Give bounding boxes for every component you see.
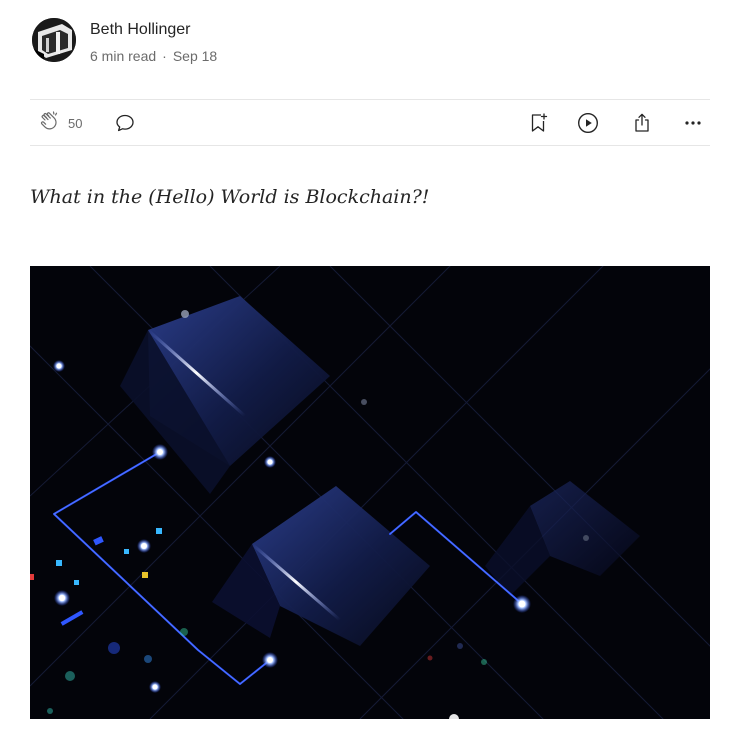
meta-separator: ·	[162, 48, 167, 64]
listen-button[interactable]	[576, 111, 600, 140]
play-icon	[576, 111, 600, 140]
clap-button[interactable]: 50	[38, 110, 83, 134]
save-button[interactable]	[526, 111, 550, 140]
read-time: 6 min read	[90, 48, 157, 64]
publish-date: Sep 18	[172, 48, 218, 64]
hero-image	[30, 266, 710, 719]
bookmark-add-icon	[526, 111, 550, 140]
more-button[interactable]	[681, 111, 705, 140]
more-icon	[681, 111, 705, 140]
share-button[interactable]	[630, 111, 654, 140]
author-name[interactable]: Beth Hollinger	[90, 21, 191, 39]
clap-count: 50	[68, 115, 83, 131]
action-bar: 50	[30, 99, 710, 146]
comment-icon	[114, 112, 136, 139]
article-meta: 6 min read · Sep 18	[90, 48, 217, 64]
comment-button[interactable]	[114, 112, 136, 139]
share-icon	[630, 111, 654, 140]
article-subtitle: What in the (Hello) World is Blockchain?…	[30, 186, 430, 208]
author-row: Beth Hollinger 6 min read · Sep 18	[32, 18, 432, 64]
avatar[interactable]	[32, 18, 76, 62]
clap-icon	[38, 109, 62, 138]
avatar-image	[32, 18, 76, 62]
